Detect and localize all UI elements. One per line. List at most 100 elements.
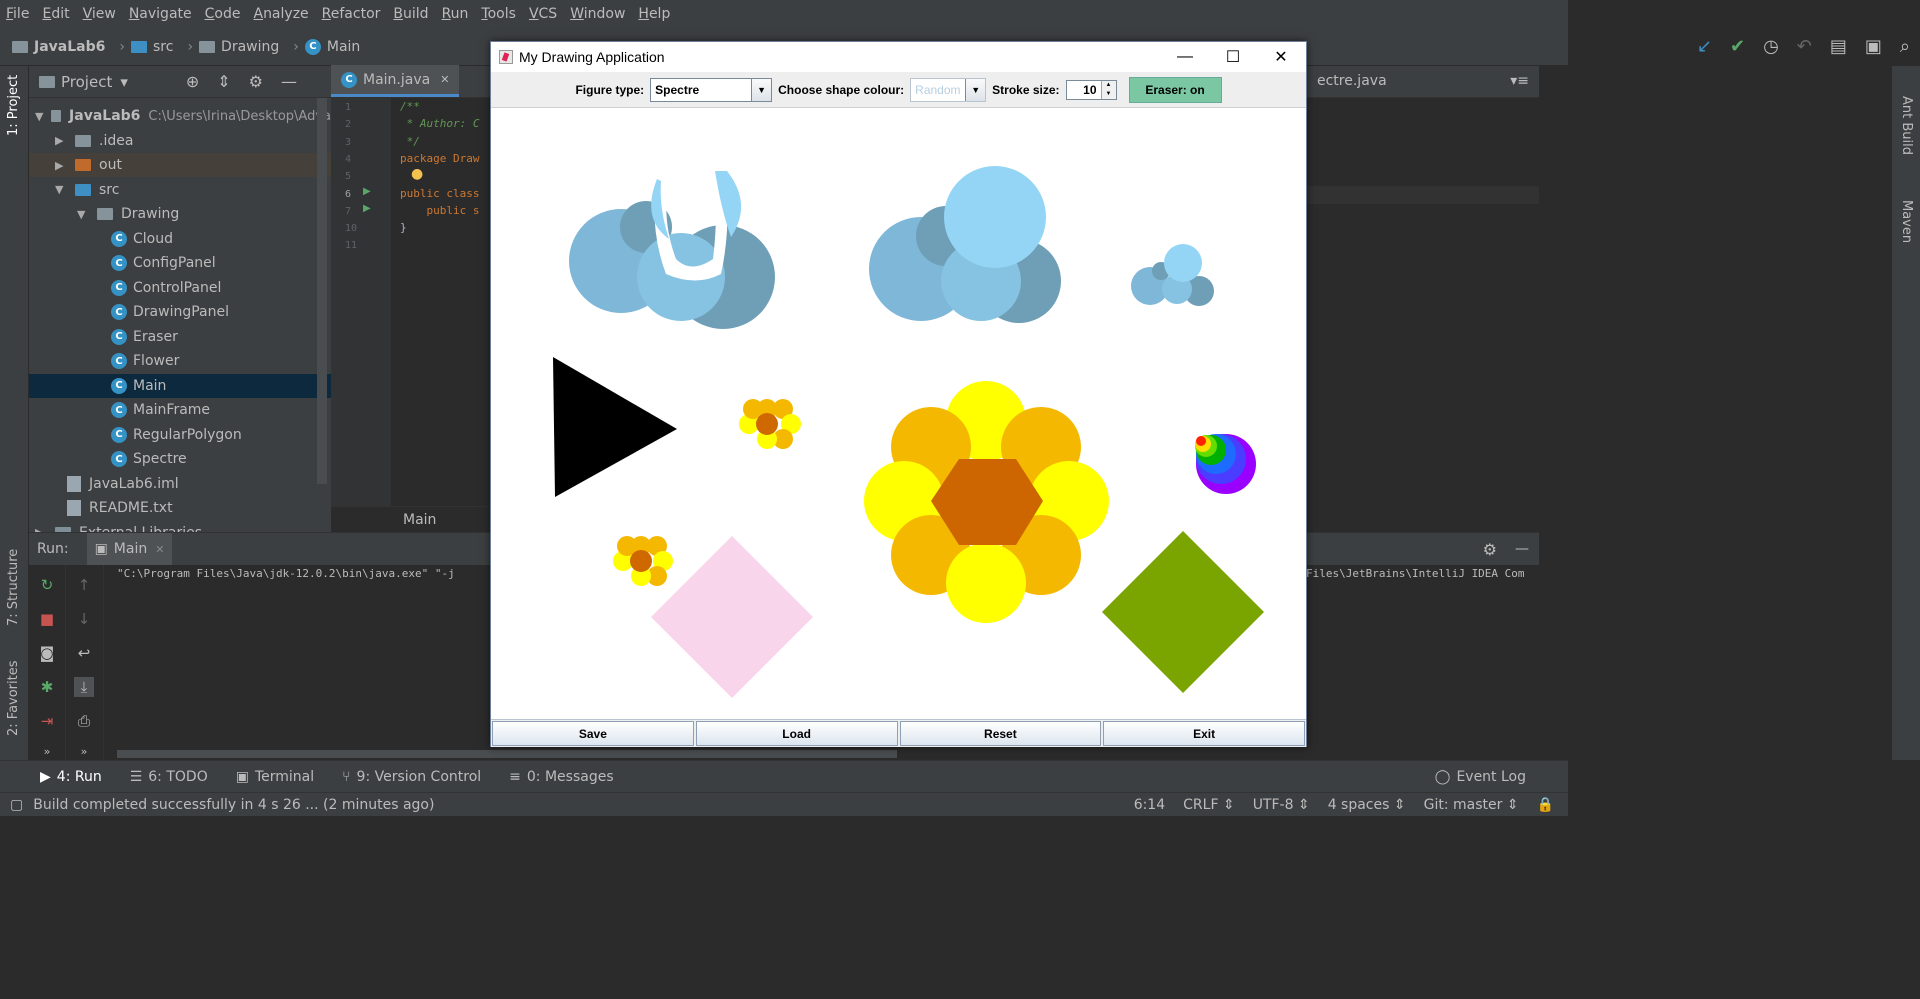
ant-build-tab[interactable]: Ant Build	[1899, 96, 1914, 155]
reset-button[interactable]: Reset	[899, 721, 1102, 746]
lock-icon[interactable]: 🔒	[1537, 797, 1554, 813]
line-separator[interactable]: CRLF ⇕	[1183, 797, 1235, 813]
run-gutter-icon[interactable]: ▶	[363, 186, 371, 197]
status-message[interactable]: Build completed successfully in 4 s 26 .…	[33, 797, 434, 813]
tab-spectre-java[interactable]: ectre.java	[1317, 65, 1387, 97]
tab-main-java[interactable]: C Main.java ✕	[331, 65, 460, 97]
run-gutter-icon[interactable]: ▶	[363, 203, 371, 214]
history-icon[interactable]: ◷	[1763, 36, 1779, 57]
locate-icon[interactable]: ⊕	[186, 72, 199, 91]
stroke-size-spinner[interactable]: 10 ▲ ▼	[1065, 79, 1117, 100]
project-view-selector[interactable]: Project	[61, 73, 112, 91]
presentation-icon[interactable]: ▣	[1865, 36, 1882, 57]
menu-help[interactable]: Help	[638, 6, 670, 22]
chevron-down-icon[interactable]: ▾	[120, 73, 128, 91]
update-icon[interactable]: ↙	[1697, 36, 1712, 57]
menu-edit[interactable]: Edit	[42, 6, 69, 22]
console-output-tail[interactable]: Files\JetBrains\IntelliJ IDEA Com	[1306, 567, 1525, 580]
event-log-button[interactable]: ◯ Event Log	[1435, 769, 1526, 785]
tree-item[interactable]: ▼ JavaLab6 C:\Users\Irina\Desktop\Adva	[29, 104, 331, 128]
caret-position[interactable]: 6:14	[1134, 797, 1165, 813]
minimize-window-icon[interactable]: —	[1162, 42, 1208, 72]
camera-icon[interactable]: ◙	[37, 643, 57, 663]
chevron-right-icon[interactable]: ▶	[55, 159, 67, 172]
tool-window-list[interactable]: ☰ 6: TODO	[130, 769, 208, 785]
lightbulb-icon[interactable]: ●	[411, 166, 423, 182]
tool-window-vcs[interactable]: ⑂ 9: Version Control	[342, 769, 481, 785]
tool-window-play[interactable]: ▶ 4: Run	[40, 769, 102, 785]
tree-item[interactable]: ▼ Drawing	[29, 202, 331, 226]
window-titlebar[interactable]: My Drawing Application — ☐ ✕	[491, 42, 1306, 72]
menu-window[interactable]: Window	[570, 6, 625, 22]
breadcrumb-main[interactable]: › C Main	[287, 38, 360, 55]
close-icon[interactable]: ✕	[440, 73, 449, 86]
load-button[interactable]: Load	[695, 721, 898, 746]
print-icon[interactable]: ⎙	[74, 711, 94, 731]
chevron-down-icon[interactable]: ▼	[35, 110, 43, 123]
stop-icon[interactable]: ■	[37, 609, 57, 629]
chevron-down-icon[interactable]: ▼	[55, 183, 67, 196]
tree-item[interactable]: README.txt	[29, 496, 331, 520]
tab-list-icon[interactable]: ▾≡	[1510, 65, 1529, 97]
git-branch[interactable]: Git: master ⇕	[1424, 797, 1519, 813]
tree-item[interactable]: C ControlPanel	[29, 276, 331, 300]
chevron-down-icon[interactable]: ▼	[77, 208, 89, 221]
project-scrollbar[interactable]	[317, 98, 327, 484]
menu-navigate[interactable]: Navigate	[129, 6, 192, 22]
run-tab-main[interactable]: ▣ Main ✕	[86, 533, 173, 565]
tree-item[interactable]: C Flower	[29, 349, 331, 373]
spinner-down-icon[interactable]: ▼	[1102, 90, 1116, 99]
search-icon[interactable]: ⌕	[1900, 36, 1910, 57]
maximize-window-icon[interactable]: ☐	[1210, 42, 1256, 72]
close-window-icon[interactable]: ✕	[1258, 42, 1304, 72]
menu-build[interactable]: Build	[393, 6, 428, 22]
down-icon[interactable]: ↓	[74, 609, 94, 629]
close-icon[interactable]: ✕	[155, 543, 164, 556]
menu-code[interactable]: Code	[205, 6, 241, 22]
project-structure-icon[interactable]: ▤	[1830, 36, 1847, 57]
breadcrumb-drawing[interactable]: › Drawing	[181, 39, 279, 55]
editor-breadcrumb[interactable]: Main	[331, 506, 492, 532]
gear-icon[interactable]: ⚙	[249, 72, 263, 91]
tool-window-terminal[interactable]: ▣ Terminal	[236, 769, 314, 785]
project-tool-tab[interactable]: 1: Project	[6, 75, 21, 136]
minimize-icon[interactable]: —	[1515, 541, 1529, 557]
scroll-end-icon[interactable]: ⤓	[74, 677, 94, 697]
menu-file[interactable]: File	[6, 6, 29, 22]
tree-item[interactable]: ▶ .idea	[29, 129, 331, 153]
eraser-toggle-button[interactable]: Eraser: on	[1128, 76, 1222, 103]
status-icon[interactable]: ▢	[10, 797, 23, 813]
tree-item[interactable]: C Spectre	[29, 447, 331, 471]
up-icon[interactable]: ↑	[74, 575, 94, 595]
menu-refactor[interactable]: Refactor	[322, 6, 381, 22]
tree-item[interactable]: C Eraser	[29, 325, 331, 349]
menu-view[interactable]: View	[83, 6, 116, 22]
favorites-tool-tab[interactable]: 2: Favorites	[6, 660, 21, 736]
chevron-right-icon[interactable]: ▶	[55, 134, 67, 147]
breadcrumb-src[interactable]: › src	[113, 39, 173, 55]
save-button[interactable]: Save	[492, 721, 694, 746]
tree-item[interactable]: C Cloud	[29, 227, 331, 251]
tree-item[interactable]: C MainFrame	[29, 398, 331, 422]
menu-tools[interactable]: Tools	[481, 6, 516, 22]
hide-icon[interactable]: —	[281, 72, 297, 91]
commit-icon[interactable]: ✔	[1730, 36, 1745, 57]
file-encoding[interactable]: UTF-8 ⇕	[1253, 797, 1310, 813]
figure-type-select[interactable]: Spectre ▼	[650, 77, 773, 102]
colour-select[interactable]: Random ▼	[910, 77, 987, 102]
rerun-icon[interactable]: ↻	[37, 575, 57, 595]
collapse-icon[interactable]: ⇕	[217, 72, 230, 91]
debug-icon[interactable]: ✱	[37, 677, 57, 697]
breadcrumb-project[interactable]: JavaLab6	[12, 39, 105, 55]
rollback-icon[interactable]: ↶	[1797, 36, 1812, 57]
tree-item[interactable]: ▼ src	[29, 178, 331, 202]
gear-icon[interactable]: ⚙	[1483, 540, 1497, 559]
tree-item[interactable]: C Main	[29, 373, 331, 398]
exit-button[interactable]: Exit	[1103, 721, 1305, 746]
tool-window-messages[interactable]: ≡ 0: Messages	[509, 769, 613, 785]
tree-item[interactable]: C DrawingPanel	[29, 300, 331, 324]
console-scrollbar[interactable]	[117, 750, 897, 758]
menu-vcs[interactable]: VCS	[529, 6, 557, 22]
tree-item[interactable]: C RegularPolygon	[29, 423, 331, 447]
exit-icon[interactable]: ⇥	[37, 711, 57, 731]
